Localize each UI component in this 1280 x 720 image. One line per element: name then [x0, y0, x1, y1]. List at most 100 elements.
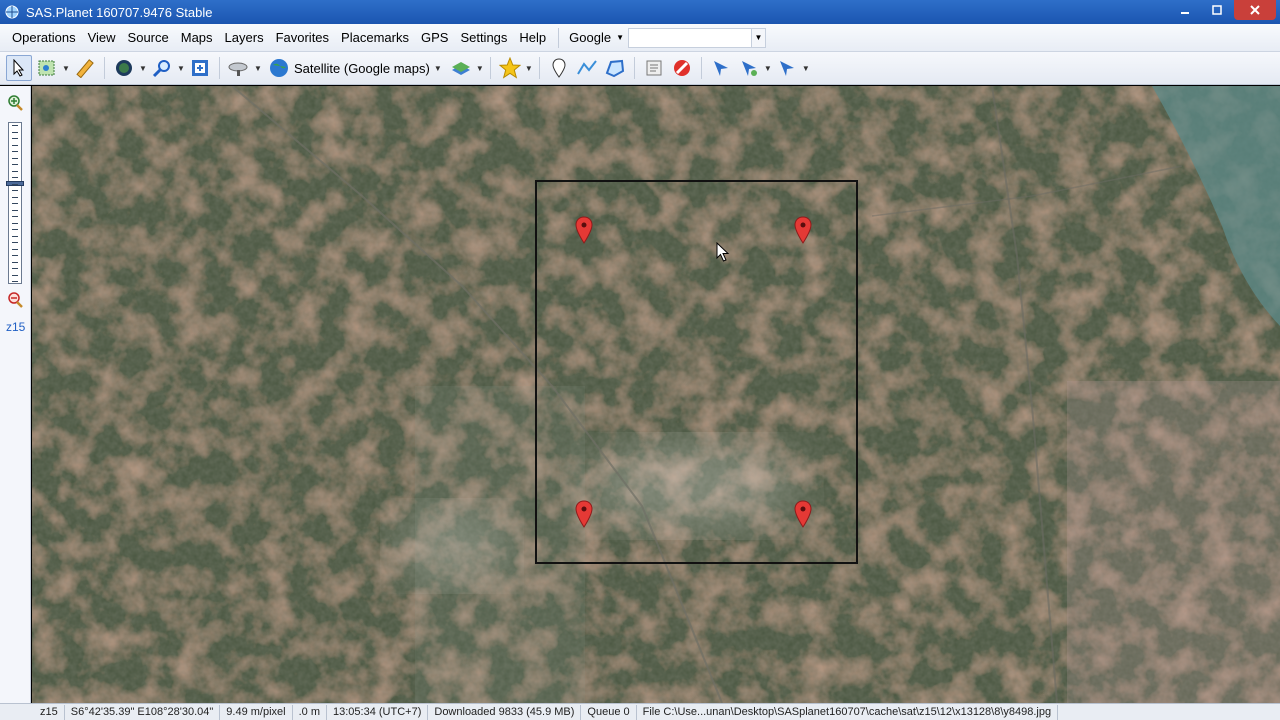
zoom-slider-tick [12, 190, 18, 191]
add-polygon-button[interactable] [602, 55, 628, 81]
chevron-down-icon[interactable]: ▼ [764, 64, 772, 73]
zoom-tool-button[interactable] [149, 55, 175, 81]
menu-operations[interactable]: Operations [6, 27, 82, 49]
zoom-slider-tick [12, 177, 18, 178]
zoom-in-icon[interactable] [6, 94, 24, 112]
globe-button[interactable] [111, 55, 137, 81]
search-source-value: Google [569, 30, 612, 45]
gps-center-icon [779, 61, 794, 76]
search-dropdown-button[interactable]: ▼ [751, 28, 766, 47]
minimize-button[interactable] [1170, 0, 1200, 20]
delete-icon [673, 60, 690, 76]
minimize-icon [1181, 12, 1189, 14]
favorites-button[interactable] [497, 55, 523, 81]
gps-center-button[interactable] [774, 55, 800, 81]
add-placemark-button[interactable] [546, 55, 572, 81]
status-scale: 9.49 m/pixel [220, 704, 293, 720]
gps-track-icon [741, 61, 757, 76]
chevron-down-icon: ▼ [433, 63, 442, 73]
placemark-top-left[interactable] [575, 216, 593, 244]
mouse-cursor-icon [716, 242, 730, 262]
status-coordinates: S6°42'35.39" E108°28'30.04" [65, 704, 221, 720]
placemark-list-button[interactable] [641, 55, 667, 81]
map-globe-icon [270, 59, 288, 77]
search-input[interactable]: ▼ [628, 27, 767, 48]
zoom-slider[interactable] [6, 122, 24, 284]
menu-placemarks[interactable]: Placemarks [335, 27, 415, 49]
chevron-down-icon[interactable]: ▼ [139, 64, 147, 73]
menu-gps[interactable]: GPS [415, 27, 454, 49]
satellite-dish-button[interactable] [226, 55, 252, 81]
placemark-list-icon [646, 60, 662, 76]
toolbar-divider [700, 57, 702, 79]
toolbar-divider [489, 57, 491, 79]
menu-source[interactable]: Source [122, 27, 175, 49]
zoom-slider-tick [12, 255, 18, 256]
toolbar-divider [219, 57, 220, 79]
delete-button[interactable] [669, 55, 695, 81]
chevron-down-icon[interactable]: ▼ [254, 64, 262, 73]
select-tool-button[interactable] [6, 55, 32, 81]
chevron-down-icon: ▼ [616, 33, 625, 42]
selection-area-button[interactable] [34, 55, 60, 81]
search-source-select[interactable]: Google ▼ [565, 27, 624, 49]
menu-favorites[interactable]: Favorites [270, 27, 335, 49]
zoom-tool-icon [152, 60, 170, 78]
menu-layers[interactable]: Layers [219, 27, 270, 49]
ruler-icon [76, 59, 94, 78]
gps-connect-button[interactable] [708, 55, 734, 81]
toolbar-divider [633, 57, 635, 79]
zoom-slider-tick [12, 281, 18, 282]
map-view[interactable] [32, 86, 1280, 703]
fullscreen-button[interactable] [187, 55, 213, 81]
selection-area-icon [38, 60, 55, 76]
menu-maps[interactable]: Maps [175, 27, 219, 49]
map-type-label: Satellite (Google maps) [294, 60, 430, 76]
gps-track-button[interactable] [736, 55, 762, 81]
zoom-slider-tick [12, 222, 18, 224]
maximize-icon [1212, 5, 1222, 15]
zoom-slider-tick [12, 196, 18, 198]
status-time: 13:05:34 (UTC+7) [327, 704, 429, 720]
chevron-down-icon[interactable]: ▼ [802, 64, 810, 73]
menu-view[interactable]: View [82, 27, 122, 49]
map-type-select[interactable]: Satellite (Google maps) ▼ [264, 57, 446, 79]
status-file: File C:\Use...unan\Desktop\SASplanet1607… [637, 704, 1059, 720]
placemark-bottom-right[interactable] [794, 500, 812, 528]
ruler-button[interactable] [72, 55, 98, 81]
chevron-down-icon[interactable]: ▼ [525, 64, 533, 73]
main-toolbar: ▼ ▼ ▼ ▼ Satellite (Google maps) ▼ ▼ ▼ ▼ … [0, 52, 1280, 85]
close-button[interactable] [1234, 0, 1276, 20]
zoom-slider-tick [12, 235, 18, 237]
zoom-slider-tick [12, 248, 18, 250]
globe-icon [116, 60, 132, 76]
zoom-level-label: z15 [6, 320, 26, 334]
fullscreen-icon [192, 60, 208, 76]
menu-divider [558, 27, 560, 48]
zoom-slider-tick [12, 125, 18, 126]
chevron-down-icon[interactable]: ▼ [62, 64, 70, 73]
chevron-down-icon[interactable]: ▼ [177, 64, 185, 73]
path-icon [576, 60, 597, 75]
zoom-slider-tick [12, 209, 18, 211]
chevron-down-icon[interactable]: ▼ [476, 64, 484, 73]
zoom-slider-tick [12, 170, 18, 172]
add-path-button[interactable] [574, 55, 600, 81]
placemark-pin-icon [552, 58, 566, 78]
menu-help[interactable]: Help [513, 27, 552, 49]
window-controls [1170, 0, 1276, 22]
zoom-slider-tick [12, 203, 18, 204]
menu-settings[interactable]: Settings [454, 27, 513, 49]
zoom-slider-tick [12, 138, 18, 139]
zoom-panel: z15 [0, 86, 31, 703]
window-title: SAS.Planet 160707.9476 Stable [26, 4, 213, 20]
maximize-button[interactable] [1202, 0, 1232, 20]
placemark-bottom-left[interactable] [575, 500, 593, 528]
zoom-out-icon[interactable] [6, 291, 24, 309]
toolbar-divider [538, 57, 540, 79]
zoom-slider-tick [12, 216, 18, 217]
zoom-slider-tick [12, 261, 18, 263]
layers-button[interactable] [448, 55, 474, 81]
status-queue: Queue 0 [581, 704, 637, 720]
placemark-top-right[interactable] [794, 216, 812, 244]
